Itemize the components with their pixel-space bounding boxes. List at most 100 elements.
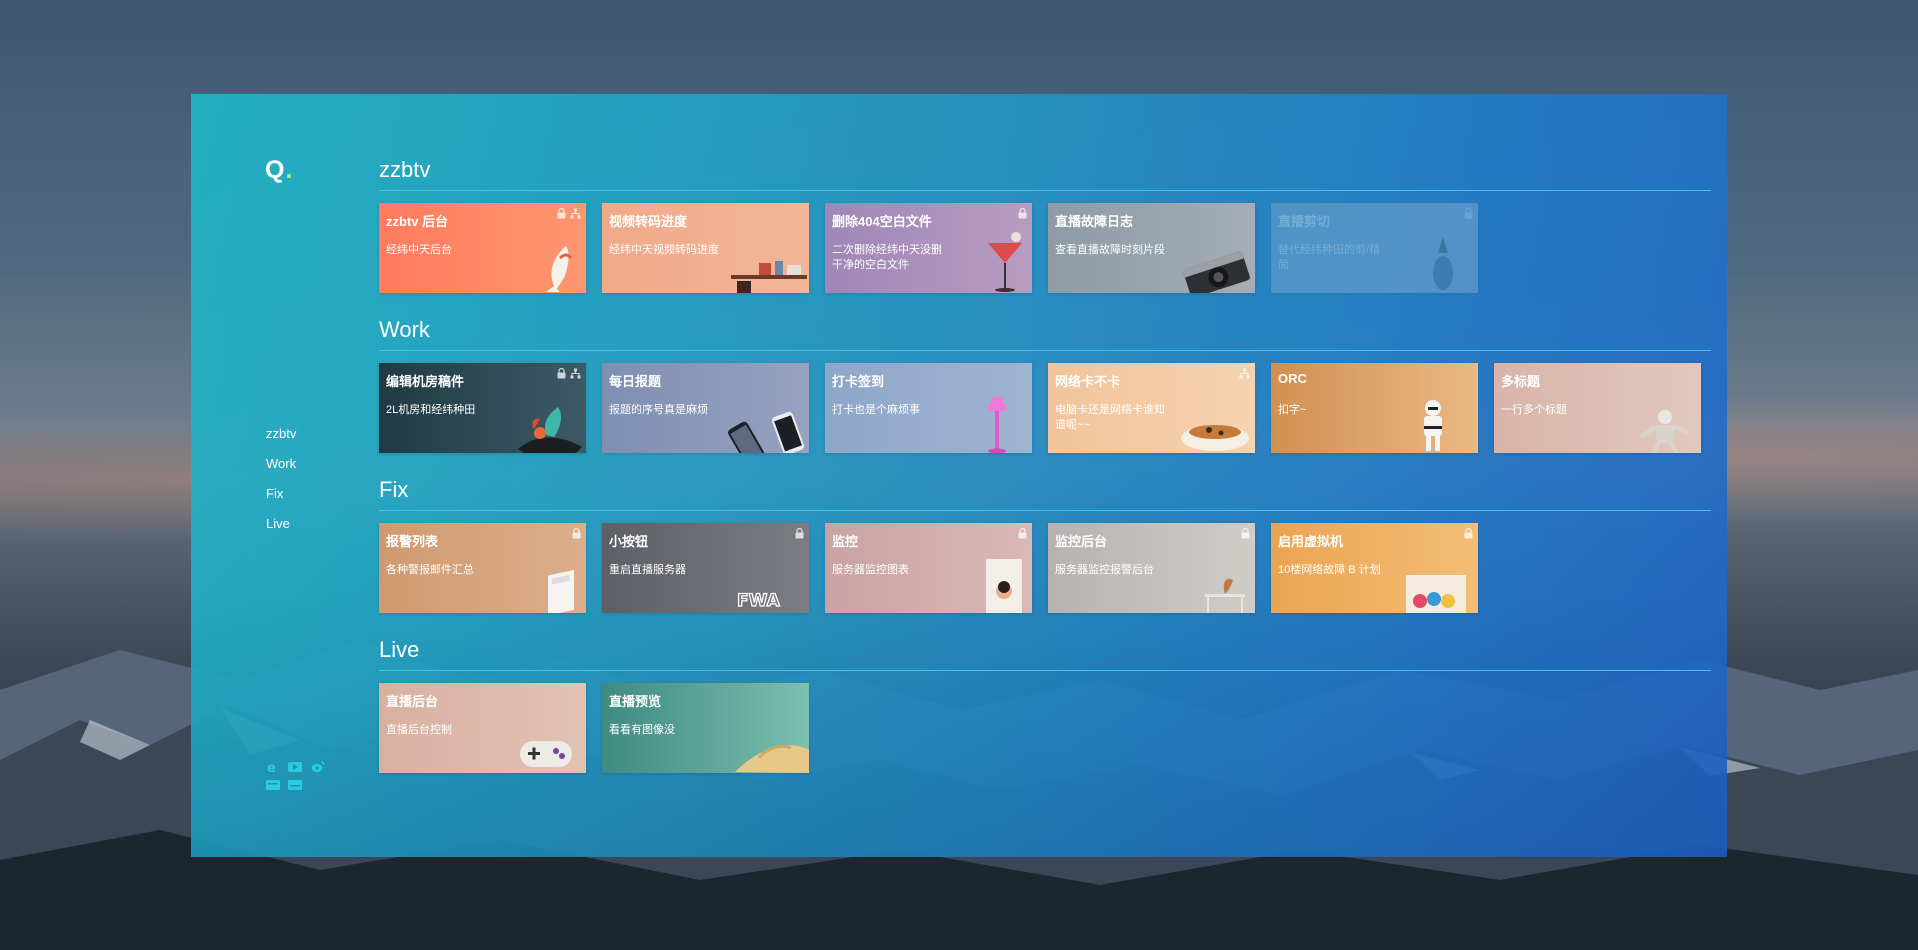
card-title: 每日报题 xyxy=(609,374,662,389)
share-icon xyxy=(1239,368,1250,379)
lamp-illustration xyxy=(987,397,1007,453)
section-title: Live xyxy=(379,637,420,662)
card-title: 编辑机房稿件 xyxy=(386,374,465,389)
card-desc: 服务器监控报警后台 xyxy=(1055,564,1154,576)
card-desc: 查看直播故障时刻片段 xyxy=(1055,244,1165,256)
card-live-cut[interactable]: 直播剪切 替代经纬种田的剪/精简 xyxy=(1271,203,1478,293)
lock-icon xyxy=(795,528,804,539)
card-desc: 各种警报邮件汇总 xyxy=(386,564,474,576)
card-edit-room-articles[interactable]: 编辑机房稿件 2L机房和经纬种田 xyxy=(379,363,586,453)
camera-illustration xyxy=(1182,250,1250,293)
koi-fish-illustration xyxy=(546,246,573,292)
card-icon[interactable] xyxy=(266,778,280,790)
card-zzbtv-admin[interactable]: zzbtv 后台 经纬中天后台 xyxy=(379,203,586,293)
card-title: 直播后台 xyxy=(386,694,439,709)
card-title: 直播预览 xyxy=(609,694,662,709)
card-title: 打卡签到 xyxy=(832,374,885,389)
card-desc: 替代经纬种田的剪/精简 xyxy=(1278,244,1381,271)
card-small-button[interactable]: 小按钮 重启直播服务器 FWA xyxy=(602,523,809,613)
section-divider xyxy=(379,510,1711,511)
card-desc: 扣字~ xyxy=(1278,404,1307,416)
weibo-icon[interactable] xyxy=(311,760,325,772)
lock-icon xyxy=(1241,528,1250,539)
card-title: 启用虚拟机 xyxy=(1278,534,1344,549)
poster-illustration xyxy=(986,559,1022,613)
card-daily-report[interactable]: 每日报题 报题的序号真是麻烦 xyxy=(602,363,809,453)
card-desc: 一行多个标题 xyxy=(1501,404,1567,416)
lock-icon xyxy=(572,528,581,539)
card-orc[interactable]: ORC 扣字~ xyxy=(1271,363,1478,453)
logo[interactable]: Q. xyxy=(265,156,293,185)
gamepad-illustration xyxy=(520,741,572,767)
sidebar-item-fix[interactable]: Fix xyxy=(266,479,296,509)
section-title: Fix xyxy=(379,477,409,502)
card-delete-404[interactable]: 删除404空白文件 二次删除经纬中天没删干净的空白文件 xyxy=(825,203,1032,293)
content: zzbtv zzbtv 后台 经纬中天后台 视频转码进度 经纬中天视频转码进度 … xyxy=(379,156,1711,796)
lock-icon xyxy=(1464,208,1473,219)
gift-box-illustration xyxy=(1406,575,1466,613)
share-icon xyxy=(570,208,581,219)
lock-icon xyxy=(557,368,566,379)
card-desc: 2L机房和经纬种田 xyxy=(386,404,476,416)
logo-text: Q xyxy=(265,156,286,184)
lock-icon xyxy=(1018,208,1027,219)
card-live-admin[interactable]: 直播后台 直播后台控制 xyxy=(379,683,586,773)
astronaut-illustration xyxy=(1639,410,1690,453)
section-live: Live 直播后台 直播后台控制 直播预览 看看有图像没 xyxy=(379,636,1711,796)
card-monitor[interactable]: 监控 服务器监控图表 xyxy=(825,523,1032,613)
stormtrooper-illustration xyxy=(1424,400,1442,451)
card-check-in[interactable]: 打卡签到 打卡也是个麻烦事 xyxy=(825,363,1032,453)
cocktail-illustration xyxy=(988,232,1022,292)
fwa-logo-text: FWA xyxy=(737,591,781,610)
teacup-illustration xyxy=(1181,425,1249,451)
card-title: 小按钮 xyxy=(609,534,649,549)
social-links: e xyxy=(266,760,336,796)
card-alert-list[interactable]: 报警列表 各种警报邮件汇总 xyxy=(379,523,586,613)
phones-illustration xyxy=(728,411,805,453)
ie-icon[interactable]: e xyxy=(266,760,280,776)
card-desc: 二次删除经纬中天没删干净的空白文件 xyxy=(832,244,942,271)
card-list: 编辑机房稿件 2L机房和经纬种田 每日报题 报题的序号真是麻烦 打卡签到 打卡也… xyxy=(379,363,1711,453)
sidebar-nav: zzbtv Work Fix Live xyxy=(266,419,296,539)
section-fix: Fix 报警列表 各种警报邮件汇总 小按钮 重启直播服务器 FWA 监控 服务器… xyxy=(379,476,1711,636)
pineapple-illustration xyxy=(1433,237,1453,290)
logo-dot: . xyxy=(285,156,294,184)
card-list: 直播后台 直播后台控制 直播预览 看看有图像没 xyxy=(379,683,1711,773)
card-desc: 重启直播服务器 xyxy=(609,564,686,576)
section-divider xyxy=(379,350,1711,351)
sidebar-item-zzbtv[interactable]: zzbtv xyxy=(266,419,296,449)
card-monitor-admin[interactable]: 监控后台 服务器监控报警后台 xyxy=(1048,523,1255,613)
card-live-preview[interactable]: 直播预览 看看有图像没 xyxy=(602,683,809,773)
fwa-logo: FWA xyxy=(737,590,781,610)
lock-icon xyxy=(557,208,566,219)
card-list: zzbtv 后台 经纬中天后台 视频转码进度 经纬中天视频转码进度 删除404空… xyxy=(379,203,1711,293)
card-live-fault-log[interactable]: 直播故障日志 查看直播故障时刻片段 xyxy=(1048,203,1255,293)
card-title: 直播剪切 xyxy=(1278,214,1331,229)
card-title: 报警列表 xyxy=(386,534,439,549)
sidebar-item-work[interactable]: Work xyxy=(266,449,296,479)
lock-icon xyxy=(1018,528,1027,539)
shelf-illustration xyxy=(731,261,807,293)
card-multi-title[interactable]: 多标题 一行多个标题 xyxy=(1494,363,1701,453)
card-desc: 电脑卡还是网络卡谁知道呢~~ xyxy=(1055,404,1165,431)
card-title: 多标题 xyxy=(1501,374,1541,389)
section-zzbtv: zzbtv zzbtv 后台 经纬中天后台 视频转码进度 经纬中天视频转码进度 … xyxy=(379,156,1711,316)
section-divider xyxy=(379,190,1711,191)
card-network-lag[interactable]: 网络卡不卡 电脑卡还是网络卡谁知道呢~~ xyxy=(1048,363,1255,453)
card-icon-2[interactable] xyxy=(288,778,303,790)
card-desc: 经纬中天后台 xyxy=(386,244,452,256)
lock-icon xyxy=(1464,528,1473,539)
youtube-icon[interactable] xyxy=(288,760,303,772)
share-icon xyxy=(570,368,581,379)
section-title: zzbtv xyxy=(379,157,431,182)
card-title: 视频转码进度 xyxy=(609,214,688,229)
card-title: zzbtv 后台 xyxy=(386,214,449,229)
section-work: Work 编辑机房稿件 2L机房和经纬种田 每日报题 报题的序号真是麻烦 打卡签… xyxy=(379,316,1711,476)
card-enable-vm[interactable]: 启用虚拟机 10楼网络故障 B 计划 xyxy=(1271,523,1478,613)
table-plant-illustration xyxy=(1205,578,1245,613)
sidebar-item-live[interactable]: Live xyxy=(266,509,296,539)
card-transcode-progress[interactable]: 视频转码进度 经纬中天视频转码进度 xyxy=(602,203,809,293)
svg-text:e: e xyxy=(267,761,276,773)
card-desc: 打卡也是个麻烦事 xyxy=(832,404,920,416)
card-desc: 经纬中天视频转码进度 xyxy=(609,244,719,256)
